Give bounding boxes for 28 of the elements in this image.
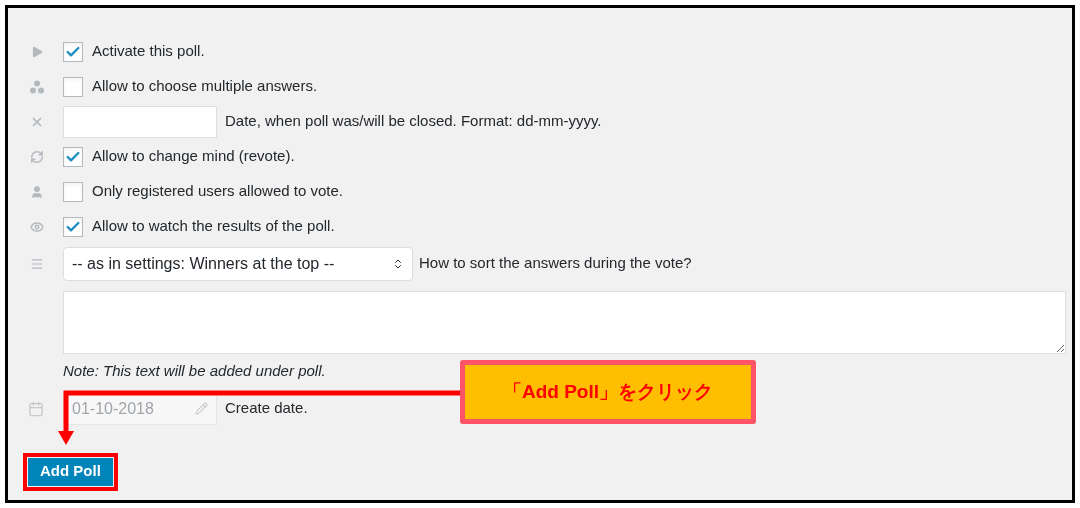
- callout-label: 「Add Poll」をクリック: [460, 360, 756, 424]
- field-label: Create date.: [225, 398, 308, 419]
- text-area[interactable]: [63, 291, 1066, 354]
- play-icon: [30, 44, 44, 59]
- field-label: Date, when poll was/will be closed. Format: dd-mm-yyyy.: [225, 111, 602, 132]
- eye-icon: [30, 219, 44, 234]
- user-icon: [30, 184, 44, 199]
- checkbox[interactable]: [63, 146, 83, 167]
- checkbox[interactable]: [63, 181, 83, 202]
- checkbox[interactable]: [63, 41, 83, 62]
- option-label: Only registered users allowed to vote.: [92, 181, 343, 202]
- option-label: Allow to choose multiple answers.: [92, 76, 318, 97]
- option-label: Activate this poll.: [92, 41, 205, 62]
- option-label: Allow to change mind (revote).: [92, 146, 295, 167]
- calendar-icon: [28, 400, 44, 417]
- option-label: Allow to watch the results of the poll.: [92, 216, 335, 237]
- note-text: Note: This text will be added under poll.: [63, 361, 326, 381]
- pencil-icon: [195, 402, 208, 415]
- sort-select[interactable]: -- as in settings: Winners at the top --: [63, 246, 413, 281]
- refresh-icon: [30, 149, 44, 164]
- field-label: How to sort the answers during the vote?: [419, 253, 692, 274]
- checkbox[interactable]: [63, 76, 83, 97]
- chevron-icon: [392, 257, 404, 270]
- group-icon: [30, 79, 44, 94]
- add-poll-button[interactable]: Add Poll: [28, 457, 113, 486]
- menu-icon: [30, 256, 44, 271]
- date-field[interactable]: [63, 105, 217, 138]
- checkbox[interactable]: [63, 216, 83, 237]
